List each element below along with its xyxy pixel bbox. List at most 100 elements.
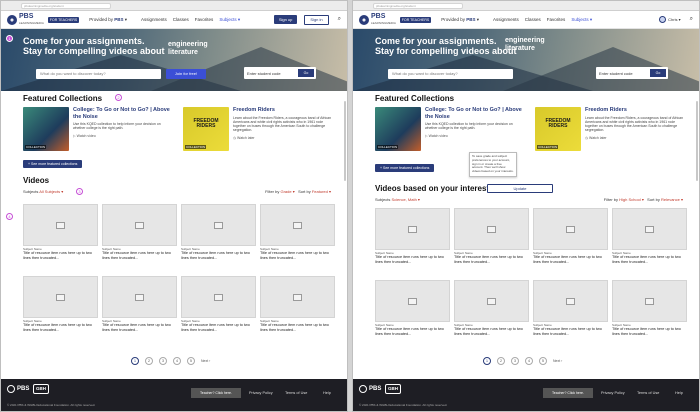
subjects-filter[interactable]: Subjects All Subjects ▾ [23,189,63,194]
for-teachers-badge[interactable]: FOR TEACHERS [47,16,80,23]
featured-title[interactable]: College: To Go or Not to Go? | Above the… [73,107,173,120]
featured-card[interactable]: COLLECTION College: To Go or Not to Go? … [375,107,525,157]
video-tile[interactable]: Subject Name Title of resource item runs … [181,276,256,338]
subjects-filter[interactable]: Subjects Science, Math ▾ [375,197,420,202]
watch-later-link[interactable]: ◷ Watch later [585,136,685,140]
watch-video-link[interactable]: ▷ Watch video [425,134,525,138]
page-button[interactable]: 1 [131,357,139,365]
search-icon[interactable]: ⌕ [338,16,341,23]
student-code-field[interactable]: Enter student code Go [244,67,316,79]
watch-later-link[interactable]: ◷ Watch later [233,136,333,140]
nav-subjects[interactable]: Subjects ▾ [219,17,240,23]
station-dropdown[interactable]: Provided by PBS ▾ [441,17,479,23]
page-button[interactable]: 1 [483,357,491,365]
privacy-link[interactable]: Privacy Policy [249,391,273,395]
page-button[interactable]: 5 [187,357,195,365]
video-tile[interactable]: Subject Name Title of resource item runs … [102,204,177,266]
for-teachers-badge[interactable]: FOR TEACHERS [399,16,432,23]
page-button[interactable]: 5 [539,357,547,365]
nav-favorites[interactable]: Favorites [195,17,214,23]
video-thumbnail[interactable] [181,204,256,246]
featured-card[interactable]: FREEDOM RIDERS COLLECTION Freedom Riders … [535,107,685,157]
featured-title[interactable]: Freedom Riders [233,107,333,114]
scrollbar[interactable] [344,101,346,181]
featured-card[interactable]: COLLECTION College: To Go or Not to Go? … [23,107,173,157]
video-tile[interactable]: Subject Name Title of resource item runs … [612,280,687,342]
address-bar[interactable]: pbslearningmedia.org/student [21,3,111,9]
page-button[interactable]: 2 [145,357,153,365]
footer-gbh-logo[interactable]: GBH [385,384,401,394]
video-thumbnail[interactable] [23,276,98,318]
help-link[interactable]: Help [675,391,683,395]
page-button[interactable]: 3 [511,357,519,365]
video-thumbnail[interactable] [260,276,335,318]
next-page-link[interactable]: Next › [553,359,562,363]
student-code-field[interactable]: Enter student code Go [596,67,668,79]
nav-classes[interactable]: Classes [173,17,189,23]
video-thumbnail[interactable] [375,208,450,250]
scrollbar[interactable] [696,101,698,181]
featured-thumbnail[interactable]: COLLECTION [375,107,421,151]
featured-title[interactable]: College: To Go or Not to Go? | Above the… [425,107,525,120]
nav-assignments[interactable]: Assignments [141,17,167,23]
terms-link[interactable]: Terms of Use [637,391,659,395]
video-thumbnail[interactable] [260,204,335,246]
video-thumbnail[interactable] [533,208,608,250]
pbs-logo[interactable]: ◉ PBS LEARNINGMEDIA [359,13,396,26]
page-button[interactable]: 3 [159,357,167,365]
more-collections-button[interactable]: + See more featured collections [375,164,435,172]
nav-classes[interactable]: Classes [525,17,541,23]
page-button[interactable]: 4 [173,357,181,365]
video-tile[interactable]: Subject Name Title of resource item runs … [260,276,335,338]
station-dropdown[interactable]: Provided by PBS ▾ [89,17,127,23]
teacher-click-button[interactable]: Teacher? Click here. [191,388,241,398]
video-tile[interactable]: Subject Name Title of resource item runs … [533,208,608,270]
next-page-link[interactable]: Next › [201,359,210,363]
video-thumbnail[interactable] [454,208,529,250]
privacy-link[interactable]: Privacy Policy [601,391,625,395]
nav-assignments[interactable]: Assignments [493,17,519,23]
go-button[interactable]: Go [298,69,314,77]
join-free-button[interactable]: Join for free! [166,69,206,79]
pbs-logo[interactable]: ◉ PBS LEARNINGMEDIA [7,13,44,26]
footer-pbs-logo[interactable]: PBS [7,385,29,393]
teacher-click-button[interactable]: Teacher? Click here. [543,388,593,398]
video-thumbnail[interactable] [23,204,98,246]
video-thumbnail[interactable] [375,280,450,322]
video-tile[interactable]: Subject Name Title of resource item runs … [23,276,98,338]
terms-link[interactable]: Terms of Use [285,391,307,395]
go-button[interactable]: Go [650,69,666,77]
update-button[interactable]: Update [487,184,553,193]
address-bar[interactable]: pbslearningmedia.org/student [373,3,463,9]
filter-sort-controls[interactable]: Filter by Grade ▾ Sort by Featured ▾ [265,189,331,194]
more-collections-button[interactable]: + See more featured collections [23,160,83,168]
page-button[interactable]: 4 [525,357,533,365]
signup-button[interactable]: Sign up [273,15,298,24]
hero-search-input[interactable]: What do you want to discover today? [36,69,161,79]
nav-subjects[interactable]: Subjects ▾ [571,17,592,23]
watch-video-link[interactable]: ▷ Watch video [73,134,173,138]
video-thumbnail[interactable] [102,276,177,318]
footer-gbh-logo[interactable]: GBH [33,384,49,394]
video-tile[interactable]: Subject Name Title of resource item runs … [23,204,98,266]
search-icon[interactable]: ⌕ [690,16,693,23]
video-tile[interactable]: Subject Name Title of resource item runs … [260,204,335,266]
signin-button[interactable]: Sign in [304,14,329,25]
video-thumbnail[interactable] [181,276,256,318]
featured-thumbnail[interactable]: FREEDOM RIDERS COLLECTION [183,107,229,151]
page-button[interactable]: 2 [497,357,505,365]
filter-sort-controls[interactable]: Filter by High School ▾ Sort by Relevanc… [604,197,683,202]
user-menu[interactable]: Chris ▾ [659,16,681,23]
video-tile[interactable]: Subject Name Title of resource item runs … [181,204,256,266]
video-tile[interactable]: Subject Name Title of resource item runs … [454,280,529,342]
video-thumbnail[interactable] [612,208,687,250]
nav-favorites[interactable]: Favorites [547,17,566,23]
featured-thumbnail[interactable]: FREEDOM RIDERS COLLECTION [535,107,581,151]
video-thumbnail[interactable] [612,280,687,322]
featured-title[interactable]: Freedom Riders [585,107,685,114]
featured-thumbnail[interactable]: COLLECTION [23,107,69,151]
video-tile[interactable]: Subject Name Title of resource item runs … [533,280,608,342]
video-tile[interactable]: Subject Name Title of resource item runs … [375,208,450,270]
video-tile[interactable]: Subject Name Title of resource item runs … [102,276,177,338]
video-thumbnail[interactable] [454,280,529,322]
